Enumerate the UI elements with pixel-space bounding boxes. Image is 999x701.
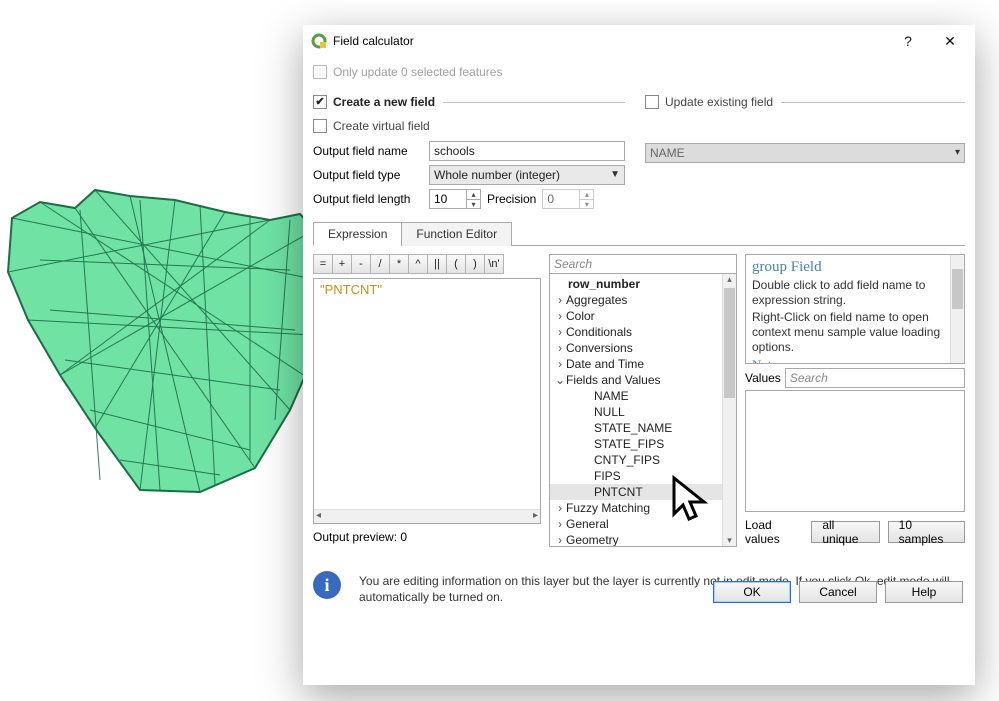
ok-button[interactable]: OK	[713, 581, 791, 603]
tree-item[interactable]: STATE_FIPS	[550, 436, 722, 452]
output-field-name-input[interactable]: schools	[429, 141, 625, 161]
tree-item[interactable]: ›Date and Time	[550, 356, 722, 372]
precision-stepper[interactable]: 0 ▴▾	[542, 189, 594, 209]
values-search-input[interactable]: Search	[785, 368, 965, 388]
tree-item[interactable]: ›Color	[550, 308, 722, 324]
op-power[interactable]: ^	[408, 254, 428, 274]
create-new-field-label: Create a new field	[333, 95, 435, 109]
op-multiply[interactable]: *	[389, 254, 409, 274]
dialog-title: Field calculator	[333, 34, 887, 48]
update-existing-field-label: Update existing field	[665, 95, 773, 109]
tree-item[interactable]: FIPS	[550, 468, 722, 484]
op-minus[interactable]: -	[351, 254, 371, 274]
help-button[interactable]: Help	[885, 581, 963, 603]
create-virtual-field-checkbox[interactable]: Create virtual field	[313, 115, 625, 137]
tree-item[interactable]: ›Fuzzy Matching	[550, 500, 722, 516]
create-new-field-checkbox[interactable]	[313, 95, 327, 109]
horizontal-scrollbar[interactable]: ◂▸	[314, 509, 540, 523]
help-line2: Right-Click on field name to open contex…	[752, 310, 958, 355]
op-rparen[interactable]: )	[465, 254, 485, 274]
tree-item[interactable]: STATE_NAME	[550, 420, 722, 436]
chevron-down-icon: ▾	[955, 147, 960, 158]
help-panel: group Field Double click to add field na…	[745, 254, 965, 364]
expression-input[interactable]: "PNTCNT" ◂▸	[313, 278, 541, 524]
tree-item[interactable]: ⌄Fields and Values	[550, 372, 722, 388]
map-background	[0, 160, 320, 520]
tree-item[interactable]: row_number	[550, 276, 722, 292]
operator-bar: = + - / * ^ || ( ) \n'	[313, 254, 541, 274]
output-field-length-stepper[interactable]: 10 ▴▾	[429, 189, 481, 209]
ten-samples-button[interactable]: 10 samples	[888, 521, 965, 543]
cancel-button[interactable]: Cancel	[799, 581, 877, 603]
tree-item[interactable]: ›Conversions	[550, 340, 722, 356]
only-update-selected-checkbox: Only update 0 selected features	[313, 61, 965, 83]
tree-item[interactable]: PNTCNT	[550, 484, 722, 500]
op-concat[interactable]: ||	[427, 254, 447, 274]
tree-item[interactable]: CNTY_FIPS	[550, 452, 722, 468]
op-plus[interactable]: +	[332, 254, 352, 274]
values-list[interactable]	[745, 390, 965, 512]
output-preview-label: Output preview: 0	[313, 530, 541, 544]
tree-item[interactable]: ›Geometry	[550, 532, 722, 547]
op-lparen[interactable]: (	[446, 254, 466, 274]
help-heading: group Field	[752, 259, 958, 276]
tree-item[interactable]: ›Aggregates	[550, 292, 722, 308]
output-field-name-label: Output field name	[313, 144, 423, 158]
op-equals[interactable]: =	[313, 254, 333, 274]
precision-label: Precision	[487, 192, 536, 206]
load-values-label: Load values	[745, 518, 803, 546]
vertical-scrollbar[interactable]	[950, 255, 964, 363]
output-field-type-label: Output field type	[313, 168, 423, 182]
tree-item[interactable]: NAME	[550, 388, 722, 404]
tab-function-editor[interactable]: Function Editor	[401, 222, 512, 246]
function-tree[interactable]: row_number›Aggregates›Color›Conditionals…	[549, 274, 737, 547]
close-button[interactable]: ✕	[929, 26, 971, 56]
update-existing-field-checkbox[interactable]	[645, 95, 659, 109]
tab-bar: Expression Function Editor	[313, 221, 965, 246]
only-update-selected-label: Only update 0 selected features	[333, 65, 502, 79]
help-titlebar-button[interactable]: ?	[887, 26, 929, 56]
all-unique-button[interactable]: all unique	[811, 521, 879, 543]
op-newline[interactable]: \n'	[484, 254, 504, 274]
titlebar: Field calculator ? ✕	[303, 25, 975, 57]
help-line1: Double click to add field name to expres…	[752, 278, 958, 308]
values-label: Values	[745, 371, 781, 385]
op-divide[interactable]: /	[370, 254, 390, 274]
output-field-length-label: Output field length	[313, 192, 423, 206]
create-virtual-field-label: Create virtual field	[333, 119, 430, 133]
vertical-scrollbar[interactable]	[722, 274, 736, 546]
tree-item[interactable]: NULL	[550, 404, 722, 420]
chevron-down-icon: ▼	[610, 169, 620, 180]
qgis-icon	[311, 33, 327, 49]
tab-expression[interactable]: Expression	[313, 222, 402, 246]
info-icon: i	[313, 571, 341, 599]
output-field-type-select[interactable]: Whole number (integer)▼	[429, 165, 625, 185]
tree-item[interactable]: ›General	[550, 516, 722, 532]
tree-item[interactable]: ›Conditionals	[550, 324, 722, 340]
update-existing-field-select: NAME▾	[645, 143, 965, 163]
field-calculator-dialog: Field calculator ? ✕ Only update 0 selec…	[303, 25, 975, 685]
function-search-input[interactable]: Search	[549, 254, 737, 274]
help-notes: Notes	[752, 357, 958, 364]
